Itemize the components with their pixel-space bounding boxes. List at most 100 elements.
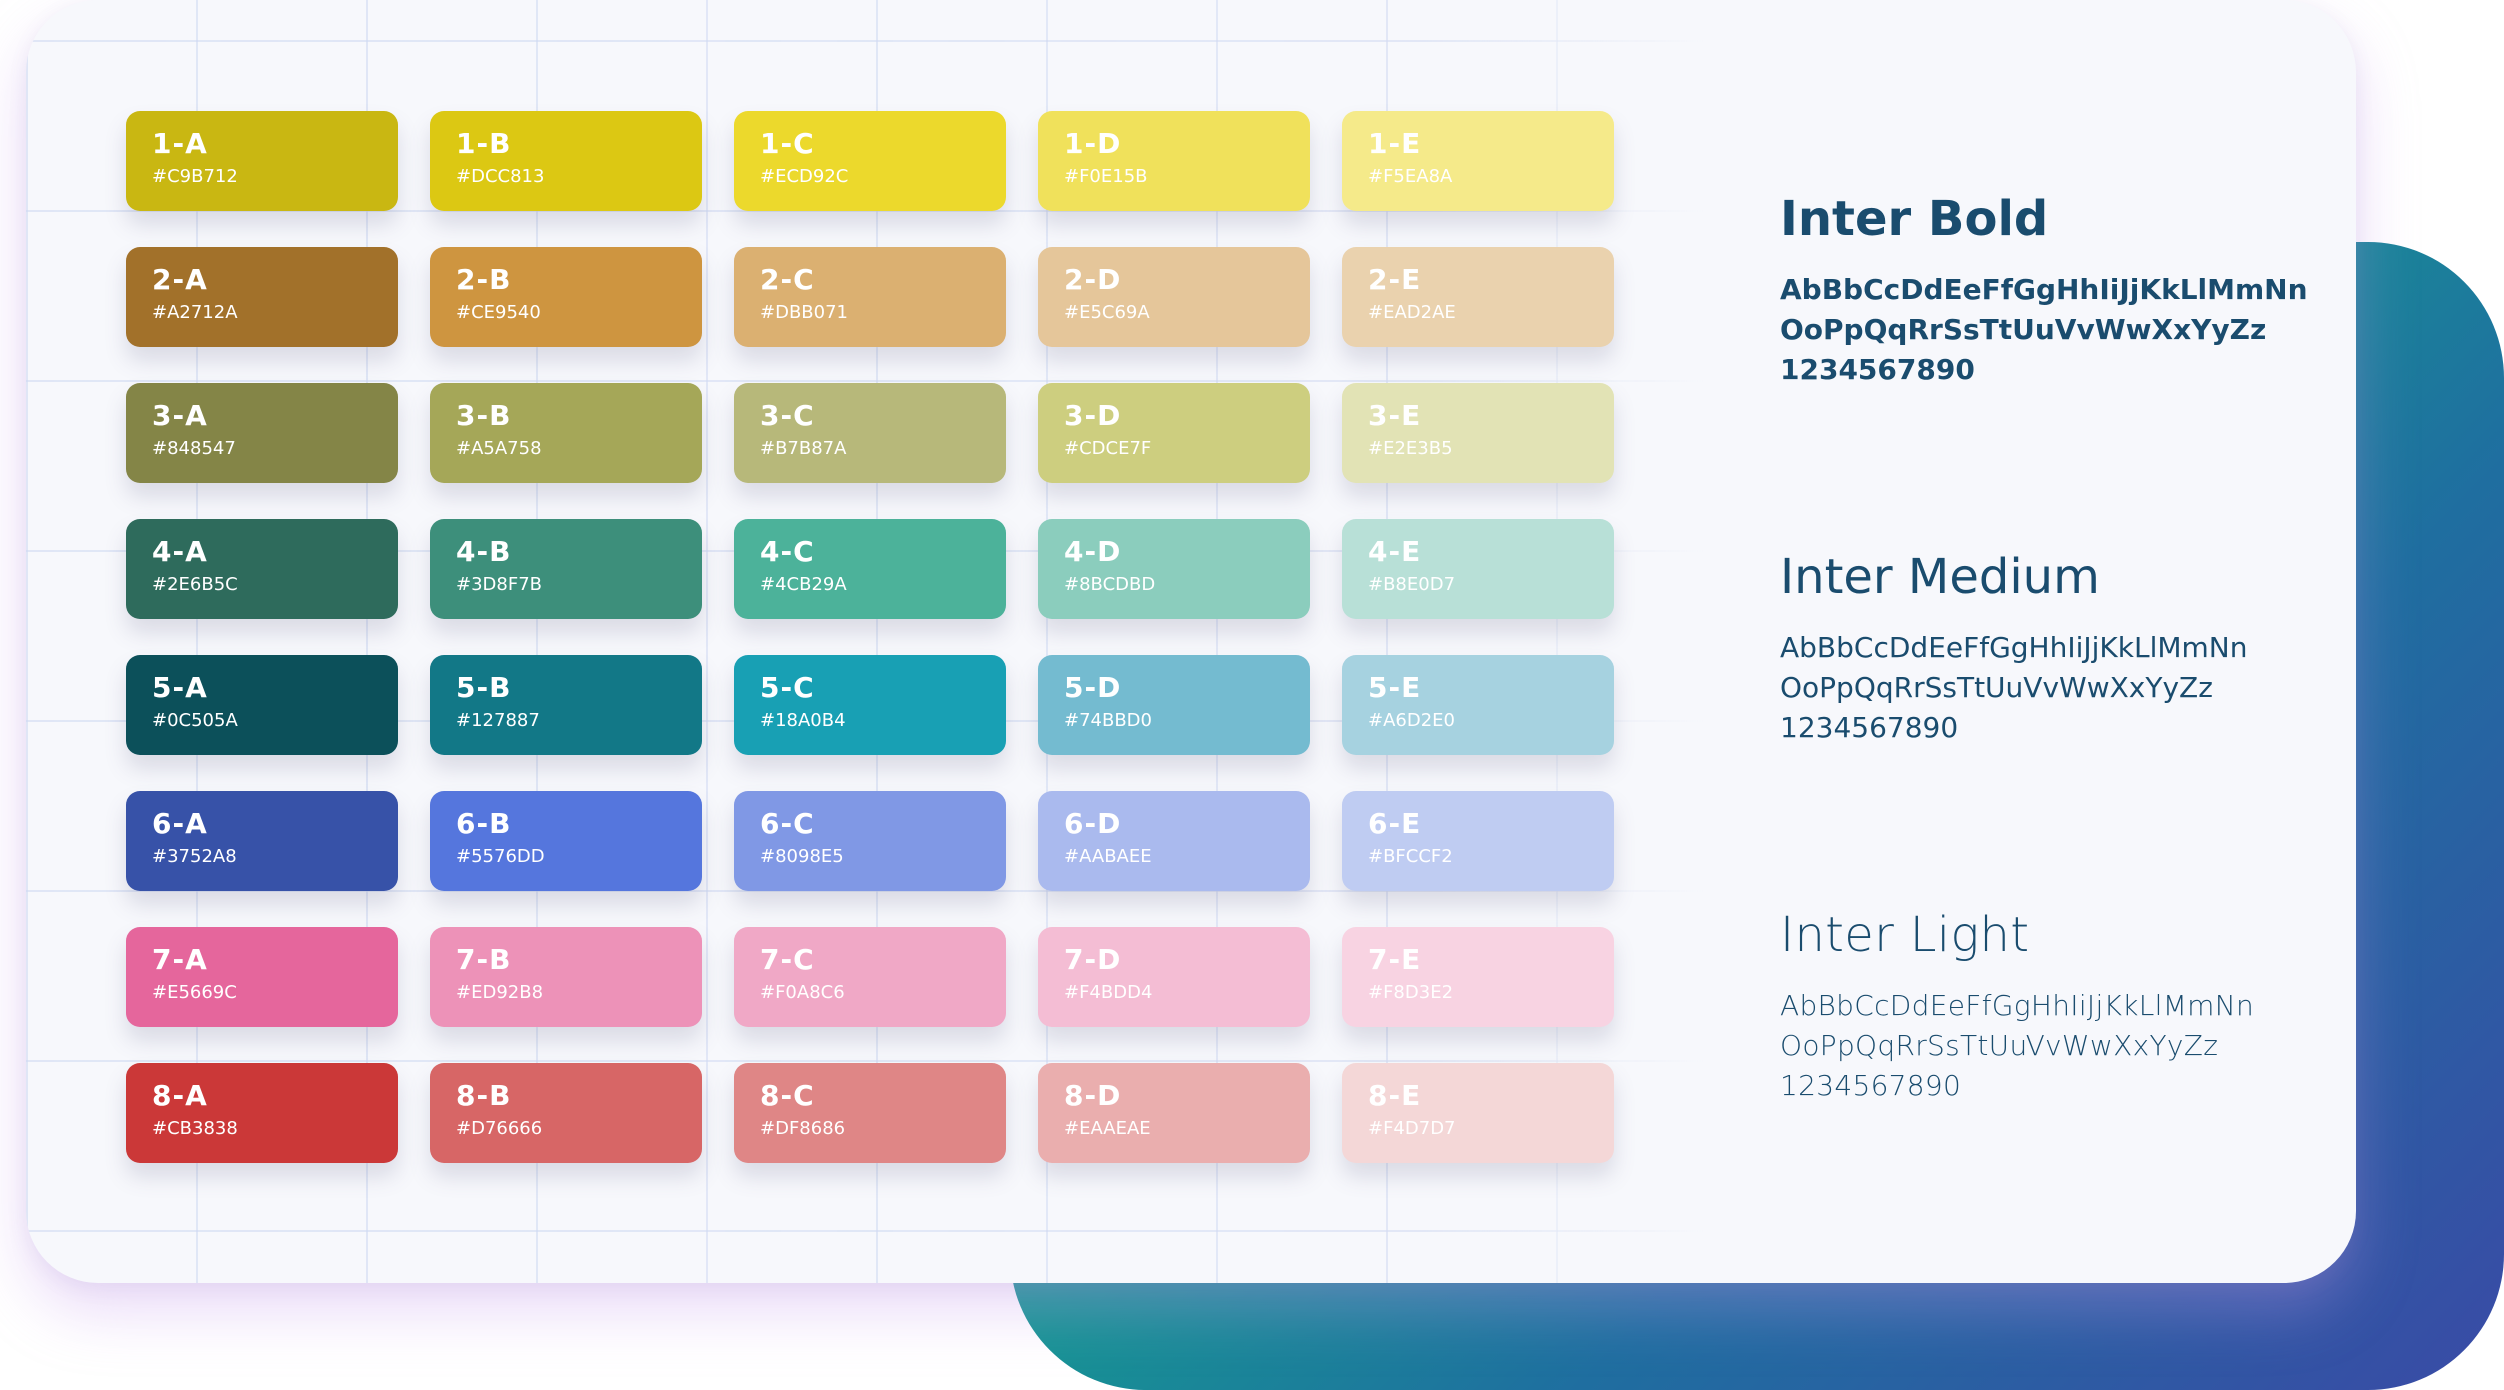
type-sample-medium: AbBbCcDdEeFfGgHhIiJjKkLlMmNn OoPpQqRrSsT…: [1780, 628, 2248, 748]
palette-card: 1-A #C9B712 1-B #DCC813 1-C #ECD92C 1-D #F0E15B…: [26, 0, 2356, 1283]
swatch-label: 7-E: [1368, 943, 1422, 976]
color-swatch[interactable]: 2-E #EAD2AE: [1342, 247, 1614, 347]
color-swatch[interactable]: 5-B #127887: [430, 655, 702, 755]
swatch-hex-code: #F8D3E2: [1368, 982, 1454, 1003]
swatch-label: 2-C: [760, 263, 815, 296]
color-swatch[interactable]: 5-C #18A0B4: [734, 655, 1006, 755]
color-swatch[interactable]: 3-D #CDCE7F: [1038, 383, 1310, 483]
swatch-label: 3-A: [152, 399, 208, 432]
sample-line: 1234567890: [1780, 353, 1975, 386]
swatch-hex-code: #F0E15B: [1064, 166, 1148, 187]
color-swatch[interactable]: 1-D #F0E15B: [1038, 111, 1310, 211]
color-swatch[interactable]: 2-D #E5C69A: [1038, 247, 1310, 347]
swatch-label: 6-D: [1064, 807, 1122, 840]
swatch-hex-code: #BFCCF2: [1368, 846, 1453, 867]
swatch-hex-code: #D76666: [456, 1118, 543, 1139]
swatch-hex-code: #E5669C: [152, 982, 237, 1003]
color-swatch[interactable]: 4-E #B8E0D7: [1342, 519, 1614, 619]
sample-line: AbBbCcDdEeFfGgHhIiJjKkLlMmNn: [1780, 273, 2308, 306]
color-swatch[interactable]: 1-B #DCC813: [430, 111, 702, 211]
type-sample-light: AbBbCcDdEeFfGgHhIiJjKkLlMmNn OoPpQqRrSsT…: [1780, 986, 2254, 1106]
swatch-label: 1-E: [1368, 127, 1422, 160]
type-sample-bold: AbBbCcDdEeFfGgHhIiJjKkLlMmNn OoPpQqRrSsT…: [1780, 270, 2308, 390]
type-specimen-medium: Inter Medium AbBbCcDdEeFfGgHhIiJjKkLlMmN…: [1780, 544, 2248, 748]
color-swatch[interactable]: 5-A #0C505A: [126, 655, 398, 755]
color-swatch[interactable]: 8-D #EAAEAE: [1038, 1063, 1310, 1163]
swatch-label: 2-D: [1064, 263, 1122, 296]
color-swatch[interactable]: 8-E #F4D7D7: [1342, 1063, 1614, 1163]
swatch-label: 6-C: [760, 807, 815, 840]
color-swatch[interactable]: 3-E #E2E3B5: [1342, 383, 1614, 483]
swatch-label: 5-D: [1064, 671, 1122, 704]
color-swatch[interactable]: 4-D #8BCDBD: [1038, 519, 1310, 619]
swatch-hex-code: #C9B712: [152, 166, 238, 187]
color-swatch[interactable]: 8-A #CB3838: [126, 1063, 398, 1163]
color-swatch[interactable]: 1-C #ECD92C: [734, 111, 1006, 211]
swatch-hex-code: #CE9540: [456, 302, 541, 323]
swatch-label: 5-C: [760, 671, 815, 704]
color-swatch[interactable]: 7-B #ED92B8: [430, 927, 702, 1027]
color-swatch[interactable]: 7-E #F8D3E2: [1342, 927, 1614, 1027]
swatch-hex-code: #3752A8: [152, 846, 237, 867]
sample-line: 1234567890: [1780, 1069, 1962, 1102]
swatch-hex-code: #DCC813: [456, 166, 545, 187]
color-swatch[interactable]: 7-A #E5669C: [126, 927, 398, 1027]
color-swatch[interactable]: 1-A #C9B712: [126, 111, 398, 211]
color-swatch[interactable]: 2-A #A2712A: [126, 247, 398, 347]
swatch-hex-code: #5576DD: [456, 846, 545, 867]
type-specimen-light: Inter Light AbBbCcDdEeFfGgHhIiJjKkLlMmNn…: [1780, 902, 2254, 1106]
color-swatch[interactable]: 4-C #4CB29A: [734, 519, 1006, 619]
swatch-label: 2-A: [152, 263, 208, 296]
color-swatch[interactable]: 8-C #DF8686: [734, 1063, 1006, 1163]
swatch-hex-code: #B8E0D7: [1368, 574, 1456, 595]
swatch-label: 6-E: [1368, 807, 1422, 840]
swatch-hex-code: #A6D2E0: [1368, 710, 1455, 731]
swatch-label: 7-A: [152, 943, 208, 976]
color-swatch[interactable]: 2-C #DBB071: [734, 247, 1006, 347]
color-swatch[interactable]: 5-E #A6D2E0: [1342, 655, 1614, 755]
swatch-hex-code: #F5EA8A: [1368, 166, 1453, 187]
swatch-hex-code: #848547: [152, 438, 236, 459]
color-swatch[interactable]: 6-D #AABAEE: [1038, 791, 1310, 891]
sample-line: AbBbCcDdEeFfGgHhIiJjKkLlMmNn: [1780, 989, 2255, 1022]
color-swatch[interactable]: 1-E #F5EA8A: [1342, 111, 1614, 211]
type-title-light: Inter Light: [1780, 907, 2030, 963]
sample-line: 1234567890: [1780, 711, 1959, 744]
color-swatch[interactable]: 7-D #F4BDD4: [1038, 927, 1310, 1027]
color-swatch[interactable]: 6-A #3752A8: [126, 791, 398, 891]
swatch-hex-code: #AABAEE: [1064, 846, 1152, 867]
swatch-label: 3-C: [760, 399, 815, 432]
color-swatch[interactable]: 4-B #3D8F7B: [430, 519, 702, 619]
swatch-label: 2-E: [1368, 263, 1422, 296]
swatch-hex-code: #DF8686: [760, 1118, 846, 1139]
swatch-label: 5-A: [152, 671, 208, 704]
swatch-label: 8-C: [760, 1079, 815, 1112]
swatch-hex-code: #EAD2AE: [1368, 302, 1456, 323]
swatch-hex-code: #3D8F7B: [456, 574, 543, 595]
swatch-hex-code: #8098E5: [760, 846, 844, 867]
color-swatch[interactable]: 5-D #74BBD0: [1038, 655, 1310, 755]
color-swatch[interactable]: 4-A #2E6B5C: [126, 519, 398, 619]
color-swatch[interactable]: 3-A #848547: [126, 383, 398, 483]
swatch-label: 4-B: [456, 535, 512, 568]
swatch-hex-code: #0C505A: [152, 710, 238, 731]
color-swatch[interactable]: 6-E #BFCCF2: [1342, 791, 1614, 891]
color-swatch[interactable]: 3-C #B7B87A: [734, 383, 1006, 483]
color-swatch[interactable]: 7-C #F0A8C6: [734, 927, 1006, 1027]
swatch-label: 8-A: [152, 1079, 208, 1112]
color-swatch[interactable]: 6-C #8098E5: [734, 791, 1006, 891]
swatch-label: 2-B: [456, 263, 512, 296]
color-swatch[interactable]: 8-B #D76666: [430, 1063, 702, 1163]
swatch-hex-code: #DBB071: [760, 302, 848, 323]
swatch-hex-code: #A2712A: [152, 302, 238, 323]
type-title-medium: Inter Medium: [1780, 549, 2100, 605]
swatch-label: 5-B: [456, 671, 512, 704]
color-swatch[interactable]: 2-B #CE9540: [430, 247, 702, 347]
swatch-label: 3-E: [1368, 399, 1422, 432]
color-swatch-grid: 1-A #C9B712 1-B #DCC813 1-C #ECD92C 1-D #F0E15B…: [126, 111, 1614, 1163]
color-swatch[interactable]: 6-B #5576DD: [430, 791, 702, 891]
swatch-label: 8-D: [1064, 1079, 1122, 1112]
swatch-label: 8-B: [456, 1079, 512, 1112]
color-swatch[interactable]: 3-B #A5A758: [430, 383, 702, 483]
type-title-bold: Inter Bold: [1780, 191, 2049, 247]
